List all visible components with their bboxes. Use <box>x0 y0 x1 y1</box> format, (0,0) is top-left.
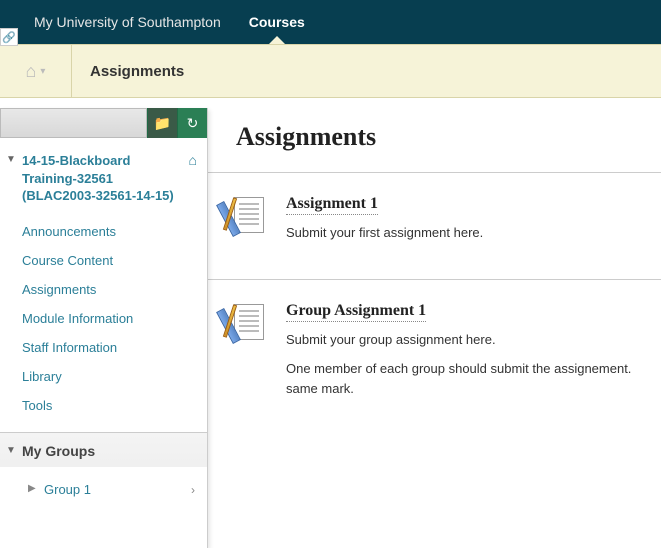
breadcrumb-title: Assignments <box>72 63 184 80</box>
course-title[interactable]: 14-15-Blackboard Training-32561 (BLAC200… <box>12 152 195 205</box>
breadcrumb: ⌂ ▾ Assignments <box>0 44 661 98</box>
item-desc: One member of each group should submit t… <box>286 359 653 398</box>
content-item: Group Assignment 1 Submit your group ass… <box>208 280 661 435</box>
item-desc: Submit your first assignment here. <box>286 223 653 243</box>
item-title[interactable]: Assignment 1 <box>286 195 378 215</box>
sidebar-item-staff-information[interactable]: Staff Information <box>22 333 207 362</box>
course-header[interactable]: ▼ ⌂ 14-15-Blackboard Training-32561 (BLA… <box>0 138 207 213</box>
item-desc: Submit your group assignment here. <box>286 330 653 350</box>
sidebar-item-course-content[interactable]: Course Content <box>22 246 207 275</box>
sidebar-item-module-information[interactable]: Module Information <box>22 304 207 333</box>
sidebar-item-tools[interactable]: Tools <box>22 391 207 420</box>
content-item: Assignment 1 Submit your first assignmen… <box>208 173 661 280</box>
sidebar-item-assignments[interactable]: Assignments <box>22 275 207 304</box>
nav-home[interactable]: My University of Southampton <box>20 0 235 44</box>
permalink-icon[interactable]: 🔗 <box>0 28 18 46</box>
group-item[interactable]: ▶ Group 1 › <box>22 475 207 507</box>
sidebar: 📁 ↻ ▼ ⌂ 14-15-Blackboard Training-32561 … <box>0 108 208 548</box>
item-title[interactable]: Group Assignment 1 <box>286 302 426 322</box>
course-home-icon[interactable]: ⌂ <box>189 152 197 168</box>
main-area: 📁 ↻ ▼ ⌂ 14-15-Blackboard Training-32561 … <box>0 98 661 548</box>
home-icon: ⌂ <box>26 61 37 82</box>
nav-courses[interactable]: Courses <box>235 0 319 44</box>
refresh-icon[interactable]: ↻ <box>177 108 207 138</box>
chevron-right-icon[interactable]: › <box>191 483 195 497</box>
assignment-icon <box>224 195 268 253</box>
folder-icon[interactable]: 📁 <box>147 108 177 138</box>
chevron-down-icon: ▼ <box>6 445 16 456</box>
page-title: Assignments <box>236 122 661 152</box>
group-label: Group 1 <box>44 482 91 497</box>
sidebar-item-library[interactable]: Library <box>22 362 207 391</box>
breadcrumb-home[interactable]: ⌂ ▾ <box>0 45 72 97</box>
groups-header[interactable]: ▼ My Groups ▶ Group 1 › <box>0 432 207 511</box>
groups-title: My Groups <box>12 443 95 459</box>
assignment-icon <box>224 302 268 409</box>
global-nav: 🔗 My University of Southampton Courses <box>0 0 661 44</box>
chevron-down-icon: ▾ <box>40 66 45 77</box>
chevron-right-icon: ▶ <box>28 483 36 494</box>
chevron-down-icon: ▼ <box>6 154 16 165</box>
groups-list: ▶ Group 1 › <box>0 467 207 511</box>
content: Assignments Assignment 1 Submit your fir… <box>208 98 661 548</box>
sidebar-tools: 📁 ↻ <box>0 108 207 138</box>
sidebar-item-announcements[interactable]: Announcements <box>22 217 207 246</box>
sidebar-toggle-stub[interactable] <box>0 108 147 138</box>
course-nav: Announcements Course Content Assignments… <box>0 213 207 432</box>
content-header: Assignments <box>208 98 661 173</box>
